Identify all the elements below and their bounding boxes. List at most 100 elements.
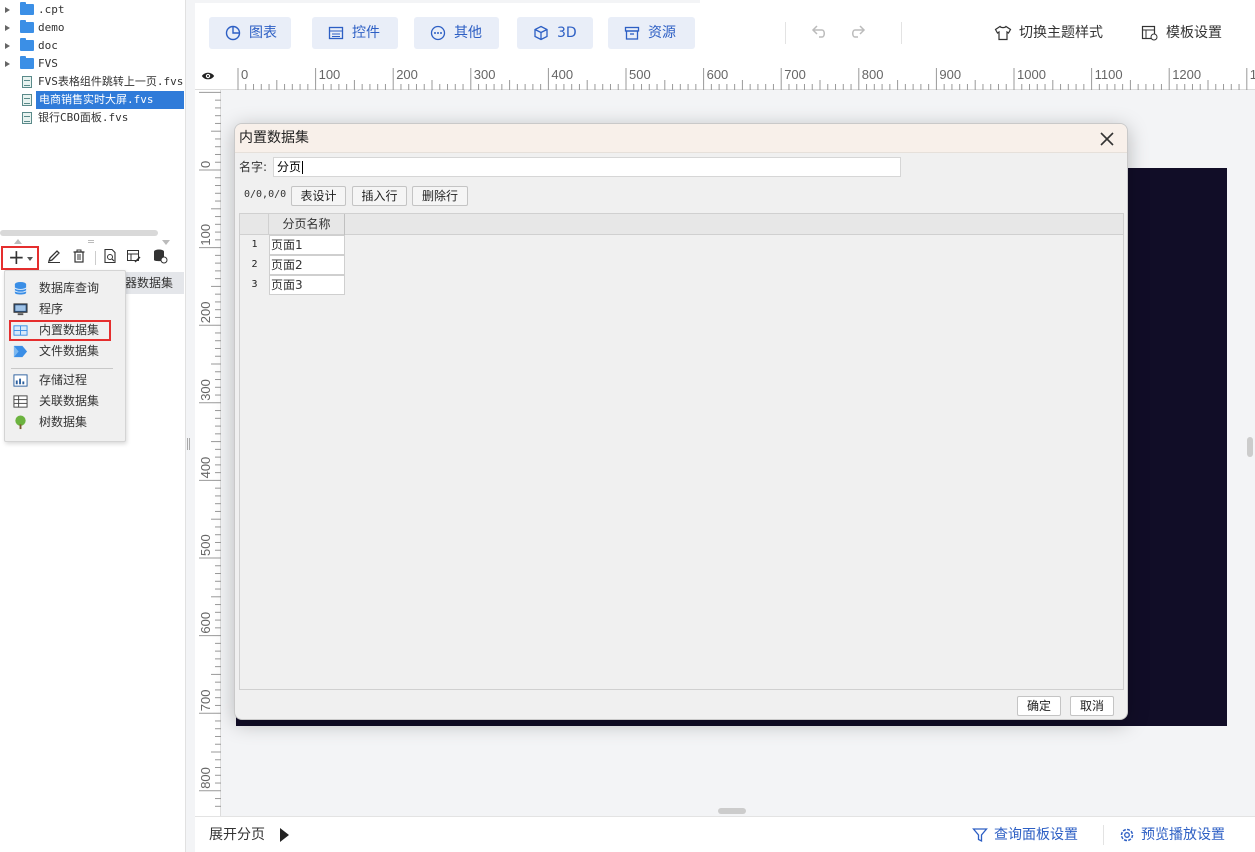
toolbar-divider (901, 22, 902, 44)
dropdown-caret-icon (27, 257, 33, 261)
add-dataset-button[interactable]: + (1, 246, 39, 270)
table-cell[interactable]: 页面1 (269, 235, 345, 255)
chart-button[interactable]: 图表 (209, 17, 291, 49)
file-dataset-icon (13, 345, 28, 358)
expand-pages-label[interactable]: 展开分页 (209, 817, 265, 852)
redo-button[interactable] (848, 22, 868, 47)
menu-item-db-query[interactable]: 数据库查询 (5, 278, 125, 299)
dataset-table: 分页名称 1 页面1 2 页面2 3 页面3 (239, 213, 1124, 690)
ruler-tick-label: 100 (319, 67, 341, 82)
table-cell[interactable]: 页面2 (269, 255, 345, 275)
pencil-icon (47, 250, 60, 263)
tab-strip (195, 0, 700, 3)
expand-arrow-icon[interactable] (5, 61, 10, 67)
tree-file-fvs-table-jump[interactable]: FVS表格组件跳转上一页.fvs (0, 73, 186, 91)
undo-icon (811, 25, 825, 38)
fvs-file-icon (22, 94, 32, 106)
table-cell[interactable]: 页面3 (269, 275, 345, 295)
row-number[interactable]: 2 (240, 255, 269, 275)
close-icon[interactable] (1097, 129, 1117, 149)
expand-arrow-icon[interactable] (280, 828, 289, 842)
tree-folder-demo[interactable]: demo (0, 19, 186, 37)
ruler-tick-label: 0 (241, 67, 248, 82)
canvas-vertical-scrollbar[interactable] (1247, 437, 1253, 457)
file-tree: .cpt demo doc FVS FVS表格组件跳转上一页.fvs 电商销售实… (0, 0, 186, 230)
menu-item-file-dataset[interactable]: 文件数据集 (5, 341, 125, 362)
search-file-icon (104, 248, 116, 264)
canvas-horizontal-scrollbar[interactable] (718, 808, 746, 814)
tree-horizontal-scrollbar[interactable] (0, 230, 158, 236)
related-dataset-icon (13, 395, 28, 408)
redo-icon (852, 25, 866, 38)
menu-item-stored-procedure[interactable]: 存储过程 (5, 370, 125, 391)
fvs-file-icon (22, 76, 32, 88)
insert-row-button[interactable]: 插入行 (352, 186, 407, 206)
server-dataset-button[interactable] (150, 248, 170, 268)
table-corner[interactable] (240, 214, 269, 235)
cancel-button[interactable]: 取消 (1070, 696, 1114, 716)
drag-grip-icon[interactable] (88, 240, 94, 243)
ok-button[interactable]: 确定 (1017, 696, 1061, 716)
tree-file-bank-cbo[interactable]: 银行CBO面板.fvs (0, 109, 186, 127)
archive-icon (624, 26, 640, 40)
collapse-down-icon[interactable] (162, 240, 170, 245)
delete-row-button[interactable]: 删除行 (412, 186, 468, 206)
tree-folder-doc[interactable]: doc (0, 37, 186, 55)
undo-button[interactable] (809, 22, 829, 47)
bottom-bar: 展开分页 查询面板设置 预览播放设置 (195, 816, 1255, 852)
menu-item-program[interactable]: 程序 (5, 299, 125, 320)
database-settings-icon (154, 249, 168, 264)
table-design-button[interactable]: 表设计 (291, 186, 346, 206)
widget-button[interactable]: 控件 (312, 17, 398, 49)
server-dataset-tab[interactable]: 器数据集 (118, 272, 184, 294)
menu-item-related-dataset[interactable]: 关联数据集 (5, 391, 125, 412)
ruler-tick-label: 200 (396, 67, 418, 82)
builtin-dataset-icon (13, 325, 28, 336)
folder-icon (20, 20, 34, 33)
ruler-tick-label: 800 (862, 67, 884, 82)
tree-folder-cpt[interactable]: .cpt (0, 1, 186, 19)
left-panel: .cpt demo doc FVS FVS表格组件跳转上一页.fvs 电商销售实… (0, 0, 186, 852)
top-toolbar: 图表 控件 其他 3D 资源 切换主题样式 模板设置 (195, 0, 1255, 64)
ruler-tick-label: 900 (939, 67, 961, 82)
expand-arrow-icon[interactable] (5, 25, 10, 31)
expand-arrow-icon[interactable] (5, 7, 10, 13)
edit-dataset-button[interactable] (44, 248, 64, 268)
ruler-tick-label: 500 (629, 67, 651, 82)
ruler-tick-label: 1100 (1095, 67, 1123, 82)
toolbar-divider (95, 251, 96, 265)
ruler-tick-label: 500 (198, 534, 213, 556)
preview-dataset-button[interactable] (100, 248, 120, 268)
cell-position-text: 0/0,0/0 (244, 189, 287, 200)
other-button[interactable]: 其他 (414, 17, 499, 49)
row-number[interactable]: 3 (240, 275, 269, 295)
ruler-tick-label: 600 (198, 612, 213, 634)
ruler-tick-label: 1200 (1172, 67, 1201, 82)
panel-resize-grip[interactable] (187, 438, 190, 450)
collapse-up-icon[interactable] (14, 239, 22, 244)
row-number[interactable]: 1 (240, 235, 269, 255)
menu-item-tree-dataset[interactable]: 树数据集 (5, 412, 125, 433)
expand-arrow-icon[interactable] (5, 43, 10, 49)
tree-file-ecommerce-screen[interactable]: 电商销售实时大屏.fvs (0, 91, 186, 109)
table-edit-icon (127, 250, 141, 263)
stored-procedure-icon (13, 374, 28, 387)
horizontal-ruler-ticks: 0 100 200 300 400 500 600 700 800 900 1000 1100 1200… (237, 67, 1255, 90)
menu-item-builtin-dataset[interactable]: 内置数据集 (5, 320, 125, 341)
dataset-name-input[interactable]: 分页 (273, 157, 901, 177)
ruler-tick-label: 800 (198, 767, 213, 789)
dataset-params-button[interactable] (124, 248, 144, 268)
3d-button[interactable]: 3D (517, 17, 593, 49)
tree-folder-fvs[interactable]: FVS (0, 55, 186, 73)
ruler-tick-label: 1000 (1017, 67, 1046, 82)
eye-icon[interactable] (201, 69, 215, 83)
panel-splitter[interactable] (0, 238, 186, 246)
bottom-divider (1103, 825, 1104, 845)
folder-icon (20, 38, 34, 51)
delete-dataset-button[interactable] (69, 248, 89, 268)
ruler-tick-label: 0 (198, 161, 213, 168)
resource-button[interactable]: 资源 (608, 17, 695, 49)
column-header-page-name[interactable]: 分页名称 (269, 214, 345, 235)
table-row: 2 页面2 (240, 255, 345, 275)
ruler-tick-label: 1 (1250, 67, 1255, 82)
